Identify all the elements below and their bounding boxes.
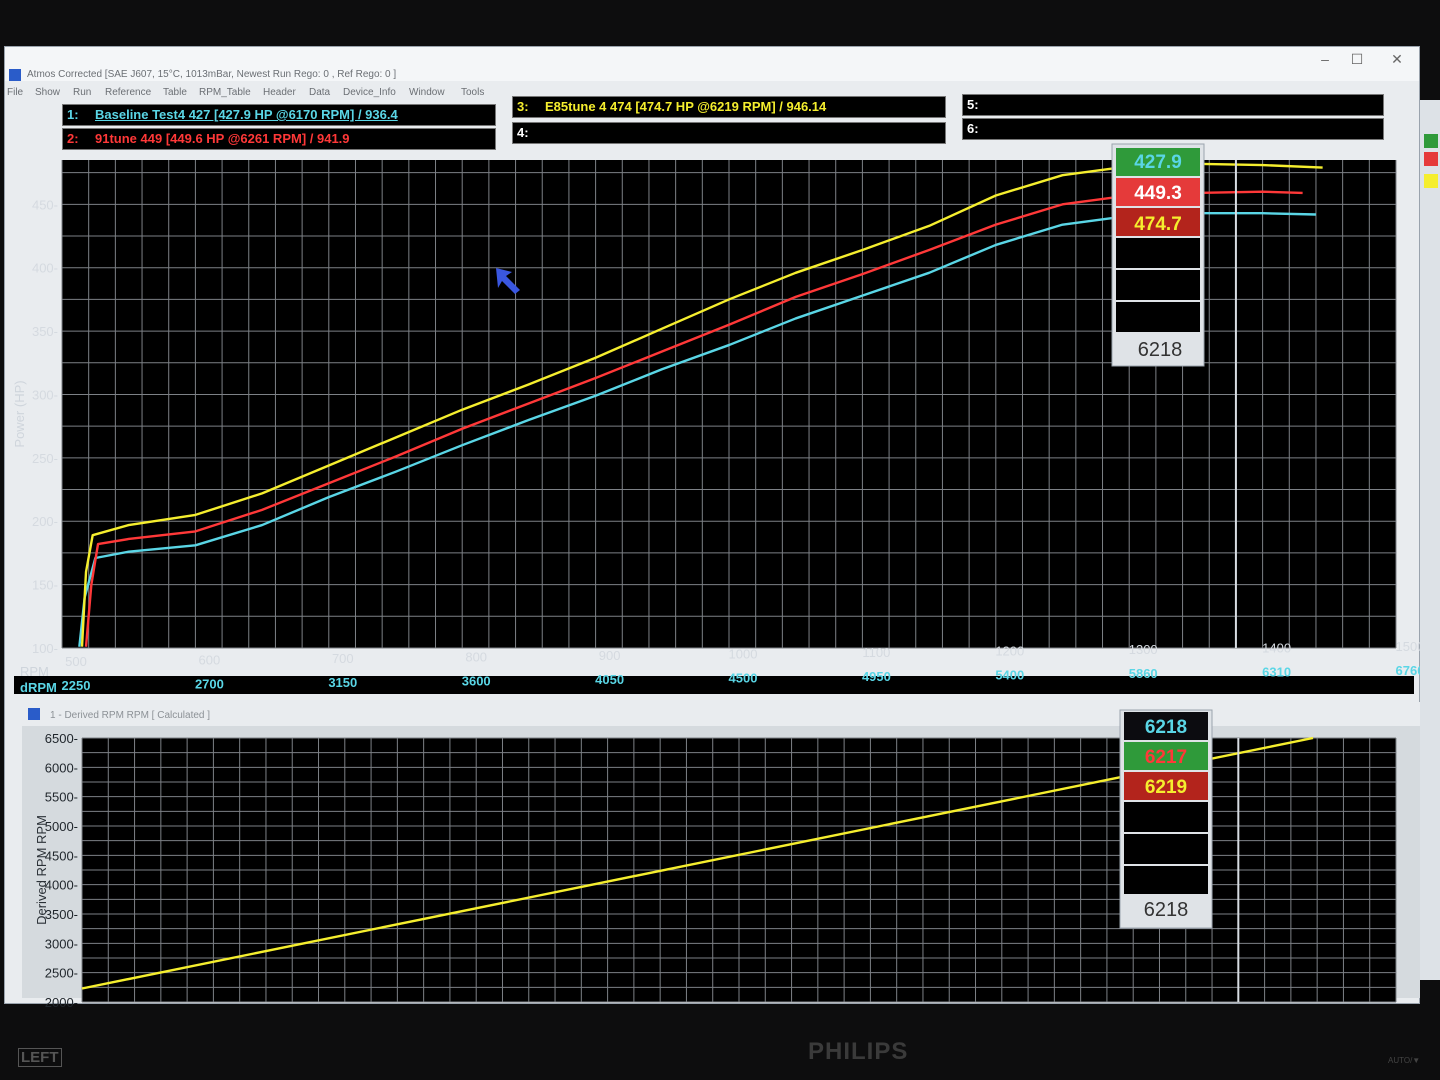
rpm-readout-2-value: 6217 (1145, 747, 1187, 768)
power-x-tick-label: 600 (199, 653, 221, 668)
rpm-y-axis-label: Derived RPM RPM (34, 815, 49, 925)
power-x-tick-label: 1100 (862, 645, 890, 660)
power-y-tick-label: 250- (32, 451, 58, 466)
rpm-y-tick-label: 6000- (45, 760, 78, 775)
power-y-tick-label: 150- (32, 578, 58, 593)
rpm-y-tick-label: 4500- (45, 848, 78, 863)
power-x-tick-label: 1400 (1262, 641, 1291, 656)
power-y-tick-label: 200- (32, 514, 58, 529)
rpm-readout-4 (1124, 802, 1208, 832)
rpm-y-tick-label: 2500- (45, 966, 78, 981)
rpm-readout-6 (1124, 866, 1208, 894)
power-y-tick-label: 450- (32, 197, 58, 212)
power-readout-4 (1116, 238, 1200, 268)
power-y-tick-label: 400- (32, 261, 58, 276)
drpm-tick-label: 4950 (862, 669, 891, 684)
power-y-tick-label: 100- (32, 641, 58, 656)
rpm-readout-3-value: 6219 (1145, 777, 1187, 798)
monitor-brand: PHILIPS (808, 1038, 909, 1065)
rpm-y-tick-label: 6500- (45, 731, 78, 746)
power-y-ticks: 100- 150- 200- 250- 300- 350- 400- 450- (32, 197, 58, 656)
drpm-tick-label: 2700 (195, 677, 224, 692)
power-x-tick-label: 1000 (729, 647, 758, 662)
power-x-tick-label: 500 (65, 654, 87, 669)
sidebar-badge-yellow (1424, 174, 1438, 188)
drpm-strip (14, 676, 1414, 694)
power-x-tick-label: 900 (599, 648, 621, 663)
sidebar-badge-red (1424, 152, 1438, 166)
drpm-tick-label: 4500 (729, 671, 758, 686)
power-x-tick-label: 700 (332, 651, 354, 666)
power-readout-1-value: 427.9 (1134, 152, 1182, 173)
power-y-tick-label: 300- (32, 387, 58, 402)
power-readout-6 (1116, 302, 1200, 332)
drpm-tick-label: 4050 (595, 672, 624, 687)
rpm-y-tick-label: 2000- (45, 995, 78, 1010)
rpm-readout-panel: 6218 6217 6219 6218 (1119, 709, 1213, 929)
lower-window-title: 1 - Derived RPM RPM [ Calculated ] (50, 710, 210, 721)
power-x-tick-label: 800 (465, 650, 487, 665)
rpm-readout-5 (1124, 834, 1208, 864)
drpm-tick-label: 3150 (328, 675, 357, 690)
power-readout-5 (1116, 270, 1200, 300)
rpm-readout-rpm: 6218 (1144, 899, 1189, 921)
power-readout-3-value: 474.7 (1134, 214, 1182, 235)
drpm-tick-label: 6310 (1262, 665, 1291, 680)
power-y-axis-label: Power (HP) (12, 380, 27, 447)
drpm-tick-label: 2250 (62, 678, 91, 693)
rpm-axis-label: RPM (20, 664, 49, 679)
rpm-y-tick-label: 3500- (45, 907, 78, 922)
power-x-tick-label: 1200 (995, 644, 1024, 659)
drpm-tick-label: 3600 (462, 674, 491, 689)
rpm-y-tick-label: 3000- (45, 936, 78, 951)
power-y-tick-label: 350- (32, 324, 58, 339)
monitor-auto-button[interactable]: AUTO/▼ (1388, 1056, 1420, 1065)
drpm-axis-label: dRPM (20, 680, 57, 695)
right-sidebar (1420, 100, 1440, 980)
rpm-y-tick-label: 5000- (45, 819, 78, 834)
power-readout-panel: 427.9 449.3 474.7 6218 (1111, 143, 1205, 367)
dyno-charts: 100- 150- 200- 250- 300- 350- 400- 450- 500 600 7… (12, 143, 1424, 1010)
power-x-tick-label: 1300 (1129, 642, 1158, 657)
drpm-tick-label: 5860 (1129, 666, 1158, 681)
rpm-readout-1-value: 6218 (1145, 717, 1187, 738)
lower-window-icon (28, 708, 40, 720)
drpm-tick-label: 5400 (995, 668, 1024, 683)
rpm-y-tick-label: 4000- (45, 878, 78, 893)
power-readout-2-value: 449.3 (1134, 183, 1182, 204)
sidebar-badge-green (1424, 134, 1438, 148)
monitor-left-label: LEFT (18, 1048, 62, 1067)
rpm-y-tick-label: 5500- (45, 790, 78, 805)
power-readout-rpm: 6218 (1138, 339, 1183, 361)
